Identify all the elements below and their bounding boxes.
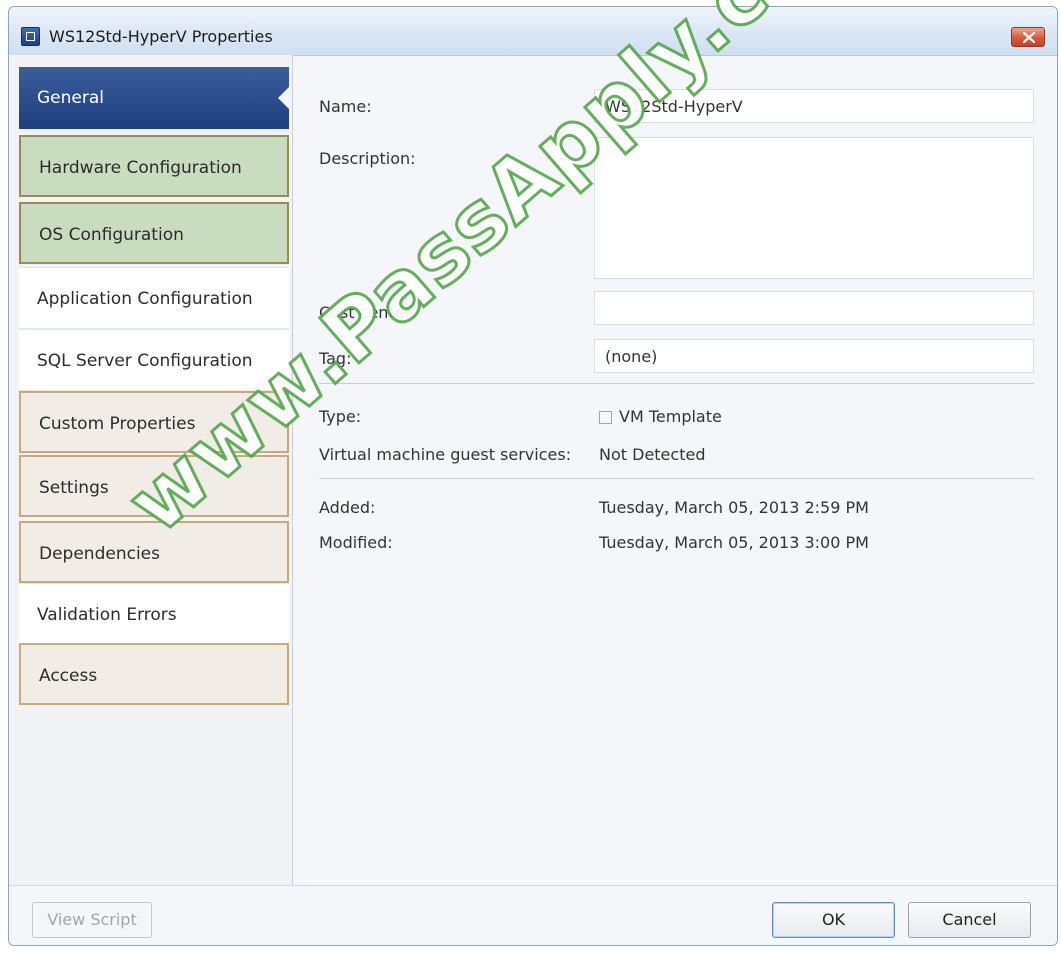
modified-label: Modified: [319, 533, 393, 552]
nav-item-custom-properties[interactable]: Custom Properties [19, 391, 289, 453]
view-script-button[interactable]: View Script [32, 902, 152, 938]
guest-services-label: Virtual machine guest services: [319, 445, 572, 464]
nav-item-sql-server-configuration[interactable]: SQL Server Configuration [19, 329, 289, 391]
nav-item-label: Settings [39, 478, 109, 498]
type-label: Type: [319, 407, 362, 426]
title-bar[interactable]: WS12Std-HyperV Properties [9, 7, 1057, 56]
nav-item-label: Validation Errors [37, 605, 177, 625]
nav-item-validation-errors[interactable]: Validation Errors [19, 583, 289, 645]
description-textarea[interactable] [594, 137, 1034, 279]
window-title: WS12Std-HyperV Properties [49, 27, 273, 46]
nav-item-dependencies[interactable]: Dependencies [19, 521, 289, 583]
name-label: Name: [319, 97, 372, 116]
general-page: Name: Description: Cost center: Tag: Typ… [299, 55, 1057, 885]
nav-item-label: Dependencies [39, 544, 160, 564]
description-label: Description: [319, 149, 416, 168]
nav-item-general[interactable]: General [19, 67, 289, 129]
nav-item-settings[interactable]: Settings [19, 455, 289, 517]
added-label: Added: [319, 498, 376, 517]
close-button[interactable] [1011, 27, 1045, 47]
close-icon [1023, 32, 1035, 43]
added-value: Tuesday, March 05, 2013 2:59 PM [599, 498, 869, 517]
vm-template-checkbox[interactable] [599, 411, 612, 424]
nav-item-label: Access [39, 666, 98, 686]
nav-item-os-configuration[interactable]: OS Configuration [19, 202, 289, 264]
dialog-footer: View Script OK Cancel [9, 885, 1057, 945]
nav-item-label: SQL Server Configuration [37, 351, 253, 371]
guest-services-value: Not Detected [599, 445, 706, 464]
separator [319, 383, 1034, 384]
cost-center-input[interactable] [594, 291, 1034, 325]
vm-template-icon [21, 27, 40, 46]
cost-center-label: Cost center: [319, 303, 417, 322]
nav-item-label: Application Configuration [37, 289, 253, 309]
modified-value: Tuesday, March 05, 2013 3:00 PM [599, 533, 869, 552]
tag-input[interactable] [594, 339, 1034, 373]
name-input[interactable] [594, 89, 1034, 123]
nav-item-label: Custom Properties [39, 414, 196, 434]
cancel-button[interactable]: Cancel [908, 902, 1031, 938]
separator [319, 478, 1034, 479]
nav-item-label: General [37, 88, 104, 108]
tag-label: Tag: [319, 349, 352, 368]
nav-item-application-configuration[interactable]: Application Configuration [19, 267, 289, 329]
navigation-sidebar: General Hardware Configuration OS Config… [9, 55, 293, 885]
nav-item-access[interactable]: Access [19, 643, 289, 705]
nav-item-label: OS Configuration [39, 225, 184, 245]
properties-dialog: WS12Std-HyperV Properties General Hardwa… [8, 6, 1058, 946]
nav-item-hardware-configuration[interactable]: Hardware Configuration [19, 135, 289, 197]
nav-item-label: Hardware Configuration [39, 158, 242, 178]
type-value: VM Template [619, 407, 722, 426]
ok-button[interactable]: OK [772, 902, 895, 938]
